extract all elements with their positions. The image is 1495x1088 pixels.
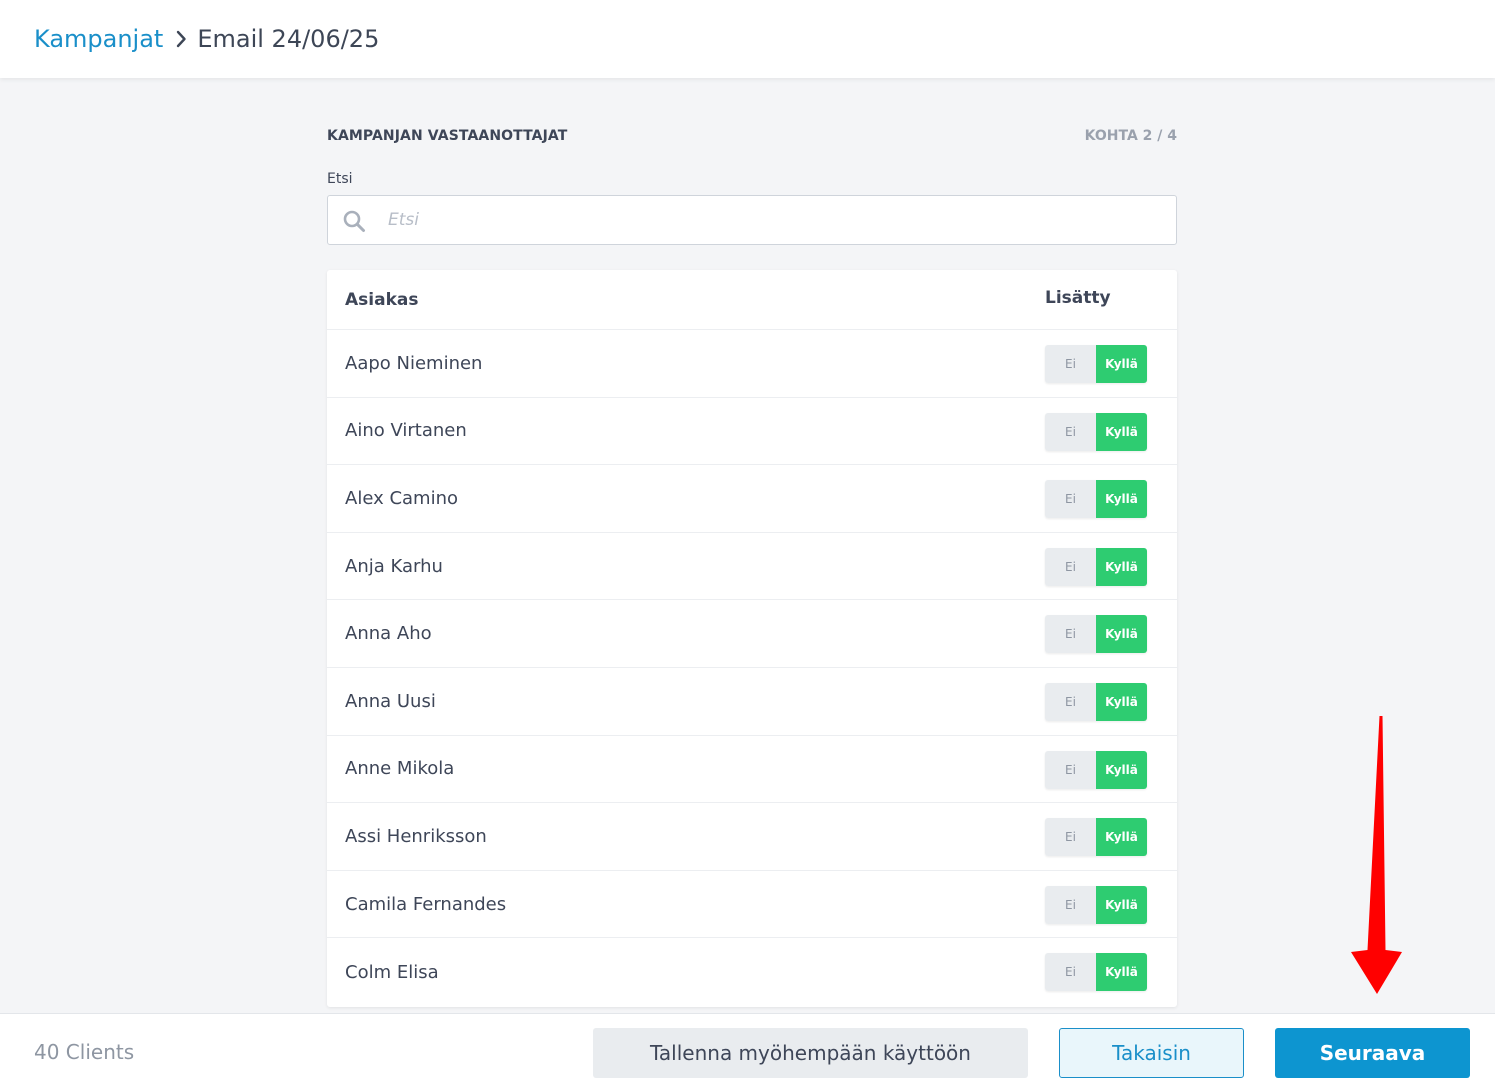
toggle-option-no[interactable]: Ei xyxy=(1045,750,1096,789)
toggle-option-yes[interactable]: Kyllä xyxy=(1096,345,1147,383)
toggle-option-no[interactable]: Ei xyxy=(1045,615,1096,654)
toggle-option-no[interactable]: Ei xyxy=(1045,480,1096,519)
table-row: Anja Karhu Ei Kyllä xyxy=(327,533,1177,601)
next-button[interactable]: Seuraava xyxy=(1275,1028,1470,1078)
search-box[interactable] xyxy=(327,195,1177,245)
client-name: Camila Fernandes xyxy=(345,893,507,915)
table-row: Anne Mikola Ei Kyllä xyxy=(327,736,1177,804)
toggle-option-yes[interactable]: Kyllä xyxy=(1096,885,1147,924)
added-toggle[interactable]: Ei Kyllä xyxy=(1045,750,1147,789)
table-body: Aapo Nieminen Ei Kyllä Aino Virtanen Ei Kyllä… xyxy=(327,330,1177,1006)
added-toggle[interactable]: Ei Kyllä xyxy=(1045,547,1147,586)
toggle-option-yes[interactable]: Kyllä xyxy=(1096,682,1147,721)
added-toggle[interactable]: Ei Kyllä xyxy=(1045,412,1147,451)
added-toggle[interactable]: Ei Kyllä xyxy=(1045,885,1147,924)
recipients-table: Asiakas Lisätty Aapo Nieminen Ei Kyllä Aino… xyxy=(327,270,1177,1007)
client-name: Anne Mikola xyxy=(345,758,455,780)
table-row: Anna Aho Ei Kyllä xyxy=(327,600,1177,668)
red-arrow-icon xyxy=(1351,716,1402,994)
added-toggle[interactable]: Ei Kyllä xyxy=(1045,818,1147,857)
table-row: Aapo Nieminen Ei Kyllä xyxy=(327,330,1177,398)
toggle-option-yes[interactable]: Kyllä xyxy=(1096,615,1147,654)
table-row: Anna Uusi Ei Kyllä xyxy=(327,668,1177,736)
section-title: KAMPANJAN VASTAANOTTAJAT xyxy=(327,128,568,144)
table-row: Assi Henriksson Ei Kyllä xyxy=(327,803,1177,871)
toggle-option-yes[interactable]: Kyllä xyxy=(1096,547,1147,586)
clients-count: 40 Clients xyxy=(34,1040,135,1064)
toggle-option-no[interactable]: Ei xyxy=(1045,885,1096,924)
client-name: Aino Virtanen xyxy=(345,420,467,442)
toggle-option-no[interactable]: Ei xyxy=(1045,953,1096,992)
added-toggle[interactable]: Ei Kyllä xyxy=(1045,345,1147,383)
table-row: Colm Elisa Ei Kyllä xyxy=(327,938,1177,1006)
client-name: Assi Henriksson xyxy=(345,825,487,847)
breadcrumb-link-campaigns[interactable]: Kampanjat xyxy=(34,25,163,53)
step-indicator: KOHTA 2 / 4 xyxy=(1084,128,1177,144)
added-toggle[interactable]: Ei Kyllä xyxy=(1045,615,1147,654)
search-label: Etsi xyxy=(327,171,353,187)
chevron-right-icon xyxy=(175,30,187,48)
back-button[interactable]: Takaisin xyxy=(1059,1028,1244,1078)
toggle-option-no[interactable]: Ei xyxy=(1045,345,1096,383)
top-bar: Kampanjat Email 24/06/25 xyxy=(0,0,1495,78)
toggle-option-yes[interactable]: Kyllä xyxy=(1096,953,1147,992)
toggle-option-no[interactable]: Ei xyxy=(1045,682,1096,721)
toggle-option-no[interactable]: Ei xyxy=(1045,547,1096,586)
page-title: Email 24/06/25 xyxy=(197,25,380,53)
save-for-later-button[interactable]: Tallenna myöhempään käyttöön xyxy=(593,1028,1028,1078)
client-name: Anna Uusi xyxy=(345,690,436,712)
toggle-option-yes[interactable]: Kyllä xyxy=(1096,750,1147,789)
toggle-option-no[interactable]: Ei xyxy=(1045,412,1096,451)
search-icon xyxy=(342,209,366,233)
table-header: Asiakas Lisätty xyxy=(327,270,1177,330)
client-name: Anja Karhu xyxy=(345,555,443,577)
search-input[interactable] xyxy=(388,196,1158,244)
column-header-added: Lisätty xyxy=(1045,288,1111,308)
toggle-option-no[interactable]: Ei xyxy=(1045,818,1096,857)
client-name: Aapo Nieminen xyxy=(345,352,483,374)
client-name: Colm Elisa xyxy=(345,961,439,983)
table-row: Alex Camino Ei Kyllä xyxy=(327,465,1177,533)
toggle-option-yes[interactable]: Kyllä xyxy=(1096,818,1147,857)
toggle-option-yes[interactable]: Kyllä xyxy=(1096,412,1147,451)
added-toggle[interactable]: Ei Kyllä xyxy=(1045,480,1147,519)
added-toggle[interactable]: Ei Kyllä xyxy=(1045,682,1147,721)
client-name: Anna Aho xyxy=(345,623,432,645)
toggle-option-yes[interactable]: Kyllä xyxy=(1096,480,1147,519)
section-header: KAMPANJAN VASTAANOTTAJAT KOHTA 2 / 4 xyxy=(327,128,1177,144)
footer-bar: 40 Clients Tallenna myöhempään käyttöön … xyxy=(0,1013,1495,1088)
table-row: Aino Virtanen Ei Kyllä xyxy=(327,398,1177,466)
added-toggle[interactable]: Ei Kyllä xyxy=(1045,953,1147,992)
client-name: Alex Camino xyxy=(345,487,459,509)
column-header-client: Asiakas xyxy=(345,289,419,310)
table-row: Camila Fernandes Ei Kyllä xyxy=(327,871,1177,939)
